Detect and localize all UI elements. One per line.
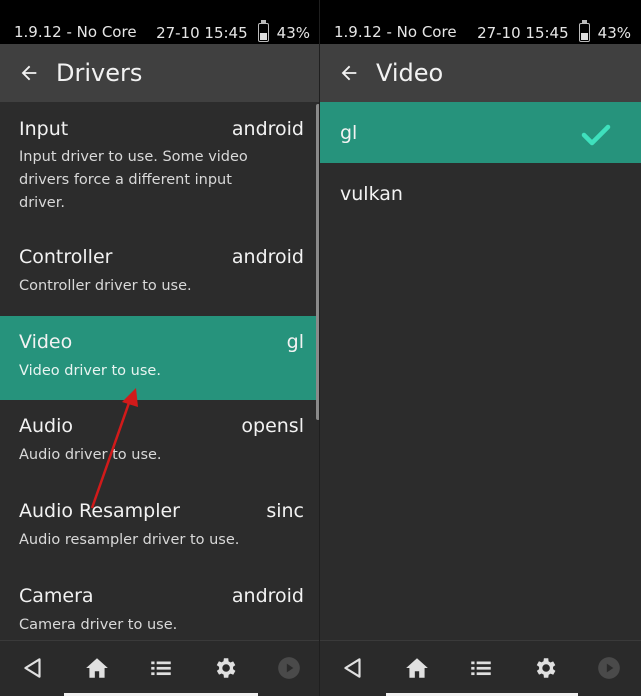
play-circle-icon[interactable]	[596, 655, 622, 681]
status-core-text: 1.9.12 - No Core	[334, 23, 457, 41]
option-label: gl	[340, 122, 358, 144]
menu-item-label: Video	[19, 331, 73, 353]
gear-icon[interactable]	[212, 655, 238, 681]
option-label: vulkan	[340, 183, 403, 205]
menu-item-value: sinc	[266, 500, 304, 522]
status-right: 27-10 15:45 43%	[477, 20, 631, 42]
menu-item-label: Input	[19, 118, 69, 140]
menu-item-desc: Audio resampler driver to use.	[19, 532, 240, 548]
checkmark-icon	[581, 124, 611, 146]
menu-item-value: android	[231, 118, 304, 140]
status-right: 27-10 15:45 43%	[156, 20, 310, 42]
bottom-nav	[320, 640, 641, 696]
page-title: Video	[376, 59, 444, 87]
status-time: 27-10 15:45	[477, 23, 569, 42]
menu-item-desc: Input driver to use. Some video drivers …	[19, 149, 248, 211]
page-title: Drivers	[56, 59, 143, 87]
menu-item-desc: Audio driver to use.	[19, 447, 162, 463]
option-vulkan[interactable]: vulkan	[320, 163, 641, 225]
menu-item-label: Camera	[19, 585, 94, 607]
list-icon[interactable]	[468, 655, 494, 681]
menu-item-audio[interactable]: Audio opensl Audio driver to use.	[0, 400, 316, 485]
menu-item-controller[interactable]: Controller android Controller driver to …	[0, 232, 316, 316]
status-time: 27-10 15:45	[156, 23, 248, 42]
battery-percent: 43%	[276, 23, 310, 42]
back-arrow-icon[interactable]	[18, 62, 40, 84]
app-bar: Drivers	[0, 44, 320, 102]
menu-item-desc: Camera driver to use.	[19, 617, 178, 633]
menu-item-audio-resampler[interactable]: Audio Resampler sinc Audio resampler dri…	[0, 485, 316, 570]
home-icon[interactable]	[84, 655, 110, 681]
back-triangle-icon[interactable]	[20, 655, 46, 681]
back-arrow-icon[interactable]	[338, 62, 360, 84]
menu-item-input[interactable]: Input android Input driver to use. Some …	[0, 104, 316, 232]
play-circle-icon[interactable]	[276, 655, 302, 681]
menu-item-value: gl	[286, 331, 304, 353]
back-triangle-icon[interactable]	[340, 655, 366, 681]
gear-icon[interactable]	[532, 655, 558, 681]
status-bar: 1.9.12 - No Core 27-10 15:45 43%	[320, 0, 641, 44]
menu-item-value: android	[231, 585, 304, 607]
battery-icon	[257, 20, 269, 42]
battery-percent: 43%	[597, 23, 631, 42]
list-icon[interactable]	[148, 655, 174, 681]
menu-item-value: opensl	[241, 415, 304, 437]
app-bar: Video	[320, 44, 641, 102]
bottom-nav	[0, 640, 320, 696]
battery-icon	[578, 20, 590, 42]
status-core-text: 1.9.12 - No Core	[14, 23, 137, 41]
menu-item-label: Audio	[19, 415, 74, 437]
menu-item-value: android	[231, 246, 304, 268]
menu-item-label: Audio Resampler	[19, 500, 180, 522]
option-gl[interactable]: gl	[320, 102, 641, 163]
menu-item-video[interactable]: Video gl Video driver to use.	[0, 316, 316, 400]
right-pane: 1.9.12 - No Core 27-10 15:45 43% Video g…	[320, 0, 641, 696]
menu-item-desc: Controller driver to use.	[19, 278, 192, 294]
menu-item-desc: Video driver to use.	[19, 363, 161, 379]
left-pane: 1.9.12 - No Core 27-10 15:45 43% Drivers…	[0, 0, 320, 696]
home-icon[interactable]	[404, 655, 430, 681]
menu-item-camera[interactable]: Camera android Camera driver to use.	[0, 570, 316, 640]
status-bar: 1.9.12 - No Core 27-10 15:45 43%	[0, 0, 320, 44]
menu-item-label: Controller	[19, 246, 113, 268]
